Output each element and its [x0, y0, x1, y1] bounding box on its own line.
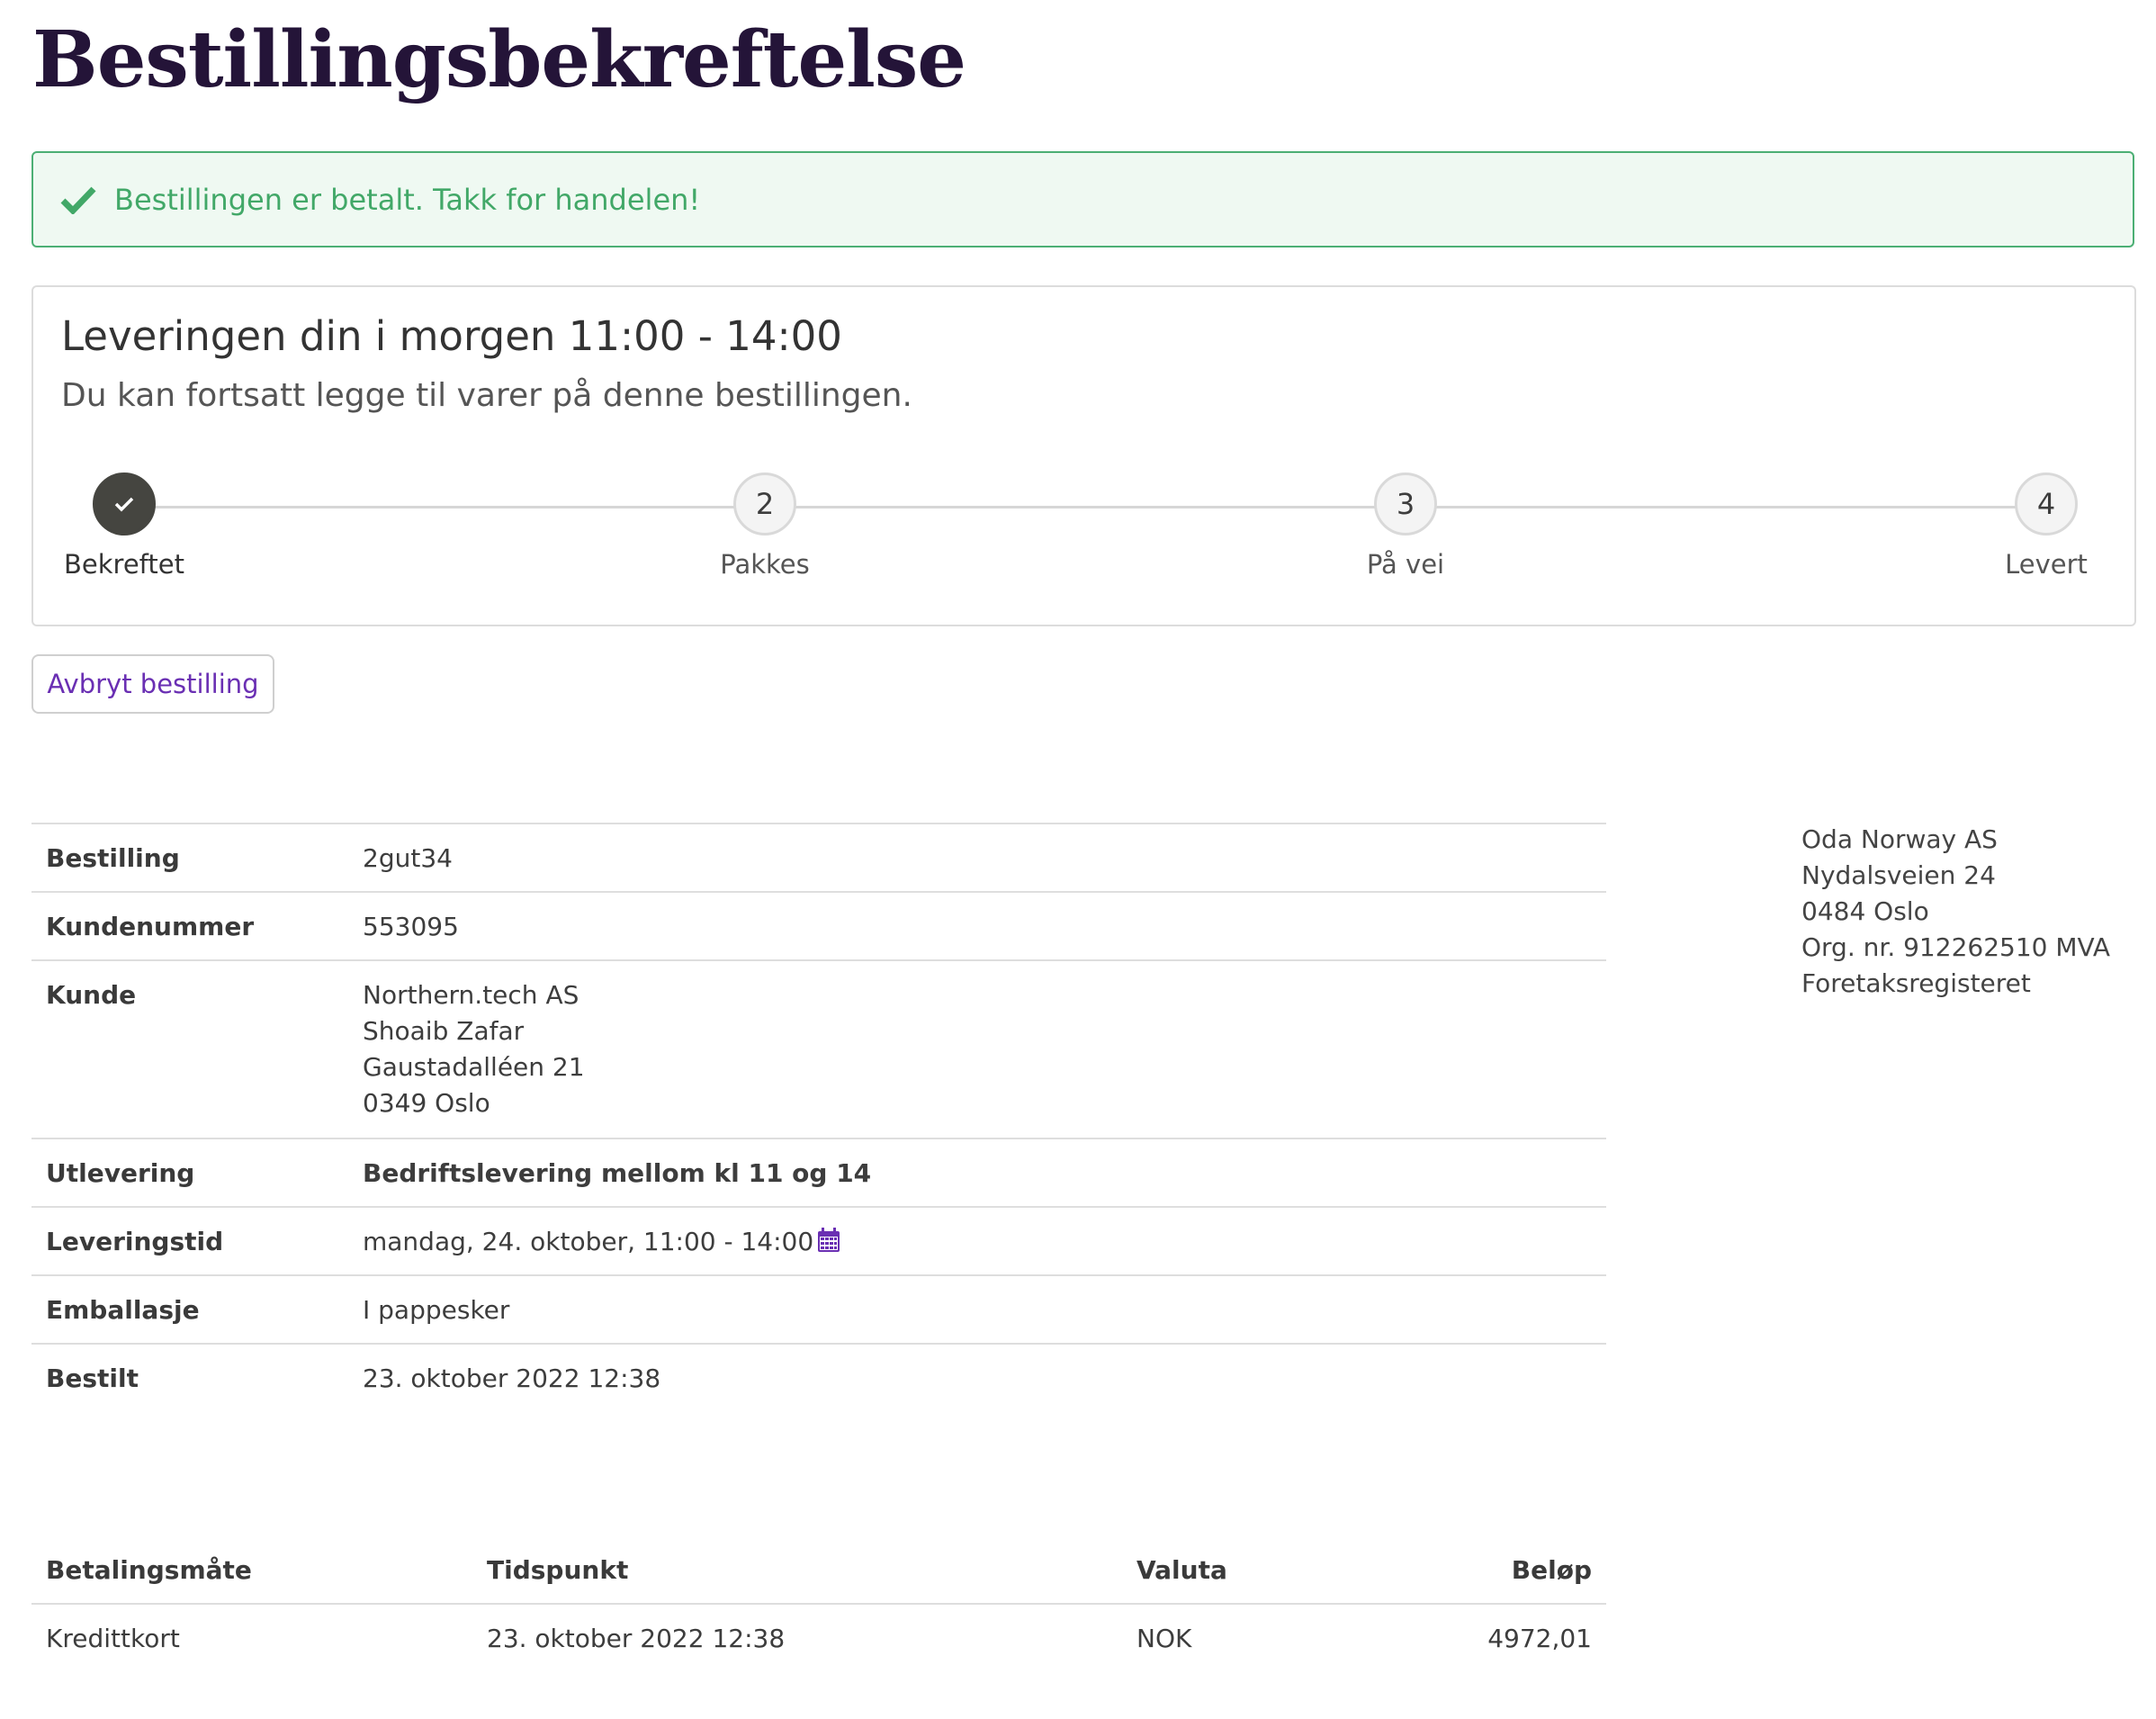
stepper-track — [123, 506, 2049, 508]
table-row: Kunde Northern.tech AS Shoaib Zafar Gaus… — [31, 960, 1606, 1138]
payment-amount-header: Beløp — [1351, 1552, 1606, 1605]
order-value: 2gut34 — [363, 843, 453, 873]
page-title: Bestillingsbekreftelse — [32, 14, 966, 105]
calendar-icon[interactable] — [817, 1228, 840, 1253]
ordered-value: 23. oktober 2022 12:38 — [363, 1364, 661, 1393]
company-street: Nydalsveien 24 — [1801, 860, 1996, 890]
table-row: Kredittkort 23. oktober 2022 12:38 NOK 4… — [31, 1604, 1606, 1657]
step-1-circle — [93, 472, 156, 536]
packaging-label: Emballasje — [46, 1295, 200, 1325]
packaging-value: I pappesker — [363, 1295, 510, 1325]
customer-number-value: 553095 — [363, 912, 459, 941]
payment-amount-cell: 4972,01 — [1487, 1624, 1592, 1653]
table-row: Kundenummer 553095 — [31, 892, 1606, 960]
delivery-time-label: Leveringstid — [46, 1227, 224, 1256]
payment-header-row: Betalingsmåte Tidspunkt Valuta Beløp — [31, 1552, 1606, 1605]
step-2-label: Pakkes — [720, 549, 810, 580]
step-4-circle: 4 — [2015, 472, 2078, 536]
company-postal: 0484 Oslo — [1801, 896, 1929, 926]
cancel-order-button[interactable]: Avbryt bestilling — [31, 654, 274, 714]
customer-label: Kunde — [46, 980, 137, 1010]
step-3-label: På vei — [1366, 549, 1445, 580]
table-row: Leveringstid mandag, 24. oktober, 11:00 … — [31, 1207, 1606, 1275]
checkmark-icon — [60, 186, 96, 214]
table-row: Emballasje I pappesker — [31, 1275, 1606, 1344]
customer-address: Northern.tech AS Shoaib Zafar Gaustadall… — [348, 960, 1606, 1138]
order-label: Bestilling — [46, 843, 180, 873]
check-icon — [114, 497, 134, 512]
table-row: Bestilling 2gut34 — [31, 824, 1606, 892]
delivery-progress-stepper: Bekreftet 2 Pakkes 3 På vei 4 Levert — [33, 287, 2134, 625]
payment-method-cell: Kredittkort — [46, 1624, 180, 1653]
table-row: Bestilt 23. oktober 2022 12:38 — [31, 1344, 1606, 1411]
delivery-time-cell: mandag, 24. oktober, 11:00 - 14:00 — [348, 1207, 1606, 1275]
company-name: Oda Norway AS — [1801, 824, 1998, 854]
customer-street: Gaustadalléen 21 — [363, 1052, 585, 1082]
alert-message: Bestillingen er betalt. Takk for handele… — [114, 182, 701, 217]
customer-contact: Shoaib Zafar — [363, 1016, 525, 1046]
step-2-circle: 2 — [733, 472, 796, 536]
payment-currency-cell: NOK — [1136, 1624, 1192, 1653]
delivery-method-label: Utlevering — [46, 1158, 195, 1188]
customer-postal: 0349 Oslo — [363, 1088, 490, 1118]
delivery-status-card: Leveringen din i morgen 11:00 - 14:00 Du… — [31, 285, 2136, 626]
step-4-label: Levert — [2005, 549, 2088, 580]
company-org-number: Org. nr. 912262510 MVA — [1801, 932, 2111, 962]
payment-currency-header: Valuta — [1122, 1552, 1352, 1605]
payment-time-cell: 23. oktober 2022 12:38 — [487, 1624, 786, 1653]
payment-table: Betalingsmåte Tidspunkt Valuta Beløp Kre… — [31, 1552, 1606, 1657]
table-row: Utlevering Bedriftslevering mellom kl 11… — [31, 1138, 1606, 1207]
payment-success-alert: Bestillingen er betalt. Takk for handele… — [31, 151, 2134, 248]
order-details-table: Bestilling 2gut34 Kundenummer 553095 Kun… — [31, 823, 1606, 1411]
customer-number-label: Kundenummer — [46, 912, 255, 941]
payment-time-header: Tidspunkt — [472, 1552, 1122, 1605]
ordered-label: Bestilt — [46, 1364, 139, 1393]
step-1-label: Bekreftet — [64, 549, 184, 580]
delivery-time-value: mandag, 24. oktober, 11:00 - 14:00 — [363, 1227, 814, 1256]
company-register: Foretaksregisteret — [1801, 968, 2031, 998]
payment-method-header: Betalingsmåte — [31, 1552, 472, 1605]
delivery-method-value: Bedriftslevering mellom kl 11 og 14 — [363, 1158, 872, 1188]
step-3-circle: 3 — [1374, 472, 1437, 536]
company-info: Oda Norway AS Nydalsveien 24 0484 Oslo O… — [1801, 822, 2110, 1002]
customer-company: Northern.tech AS — [363, 980, 579, 1010]
